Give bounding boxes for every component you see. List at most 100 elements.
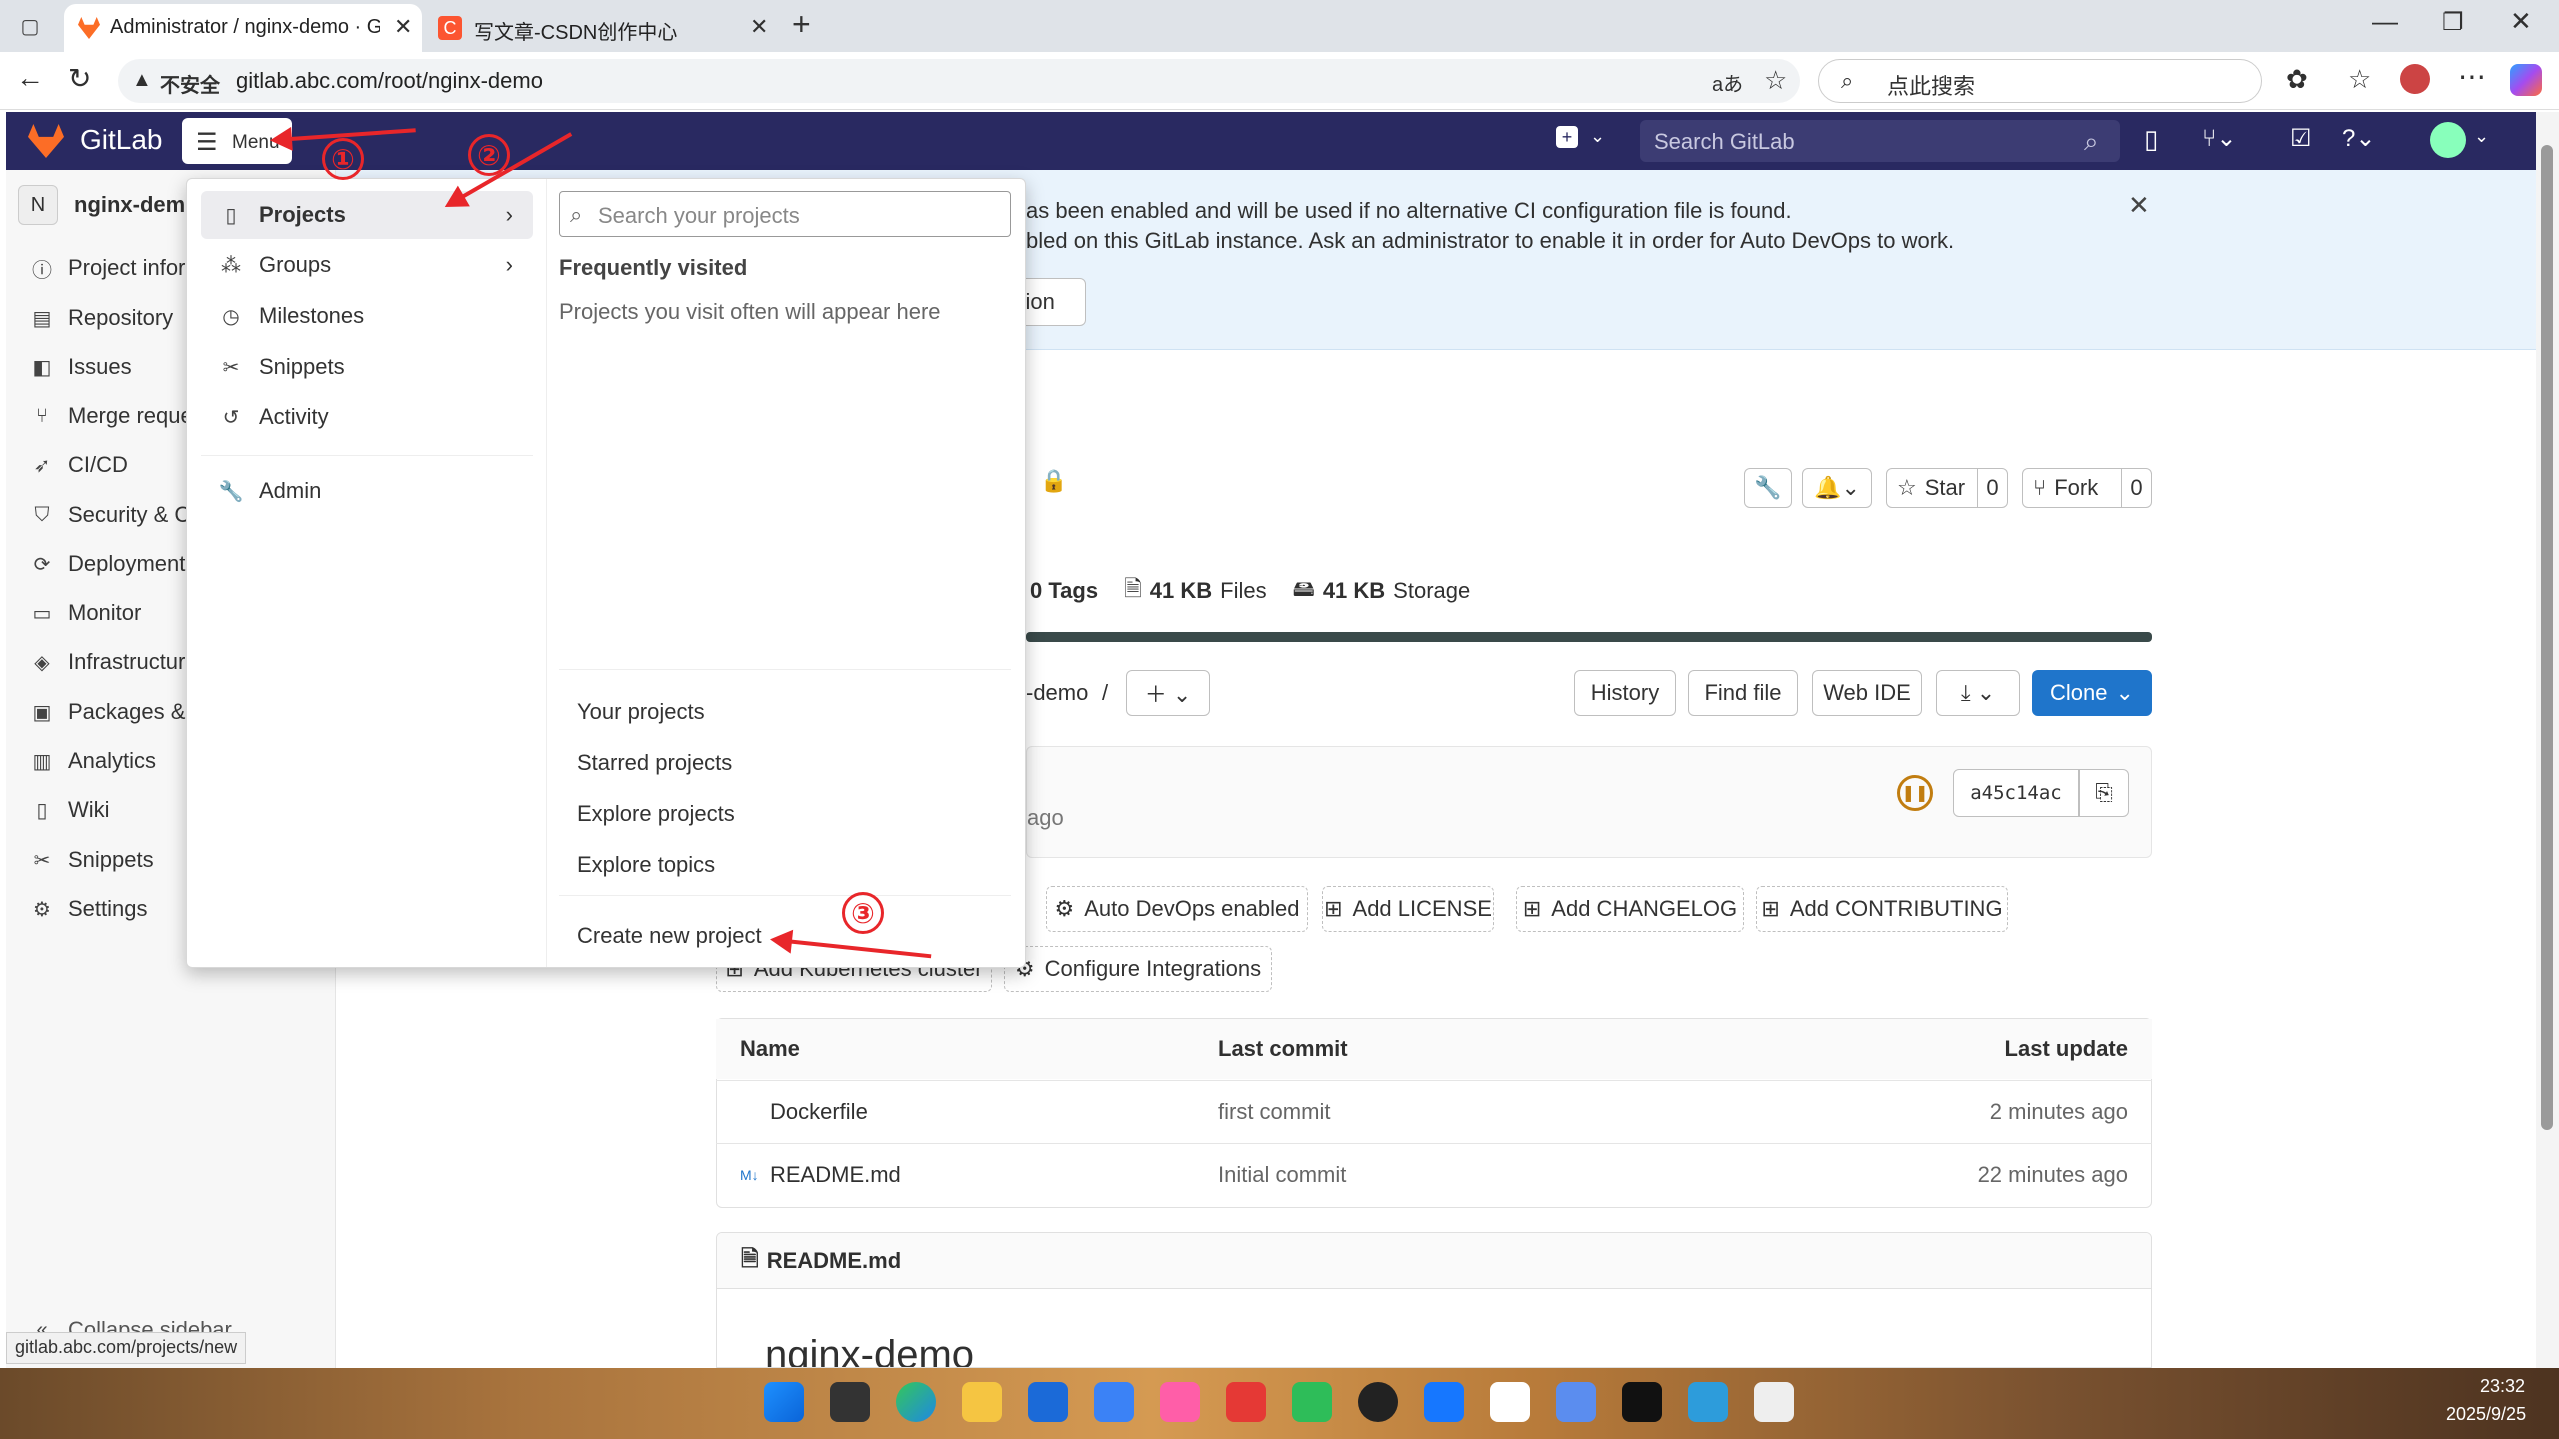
tab-gitlab[interactable]: Administrator / nginx-demo · GitL ✕ [64,4,422,52]
explore-topics-link[interactable]: Explore topics [577,852,715,878]
copilot-icon[interactable] [2510,64,2542,96]
app-icon[interactable] [1490,1382,1530,1422]
close-icon[interactable]: ✕ [2128,190,2150,221]
gitlab-search-input[interactable]: Search GitLab ⌕ [1640,120,2120,162]
sidebar-item-settings[interactable]: ⚙ Settings [30,889,147,929]
merge-request-nav-icon[interactable]: ⑂⌄ [2202,124,2237,153]
app-icon[interactable] [1688,1382,1728,1422]
favorite-star-icon[interactable]: ☆ [1764,65,1787,96]
star-button[interactable]: ☆ Star 0 [1886,468,2008,508]
app-icon[interactable] [1094,1382,1134,1422]
add-license-button[interactable]: ⊞ Add LICENSE [1322,886,1494,932]
table-row[interactable]: Dockerfile first commit 2 minutes ago [716,1080,2152,1142]
feishu-icon[interactable] [1424,1382,1464,1422]
tags-count[interactable]: 0 Tags [1030,578,1098,604]
sidebar-item-analytics[interactable]: ▥ Analytics [30,741,157,781]
file-commit[interactable]: first commit [1218,1099,1330,1125]
file-commit[interactable]: Initial commit [1218,1162,1346,1188]
scrollbar-thumb[interactable] [2541,145,2553,1130]
reload-icon[interactable]: ↻ [68,62,91,95]
chevron-down-icon[interactable]: ⌄ [2474,126,2489,147]
new-tab-icon[interactable]: + [792,6,811,43]
capcut-icon[interactable] [1622,1382,1662,1422]
close-window-icon[interactable]: ✕ [2510,6,2532,37]
sidebar-item-cicd[interactable]: ➶ CI/CD [30,445,128,485]
csdn-favicon-icon: C [438,16,462,40]
close-tab-icon[interactable]: ✕ [394,14,412,40]
clone-button[interactable]: Clone ⌄ [2032,670,2152,716]
explore-projects-link[interactable]: Explore projects [577,801,735,827]
search-projects-input[interactable]: ⌕ Search your projects [559,191,1011,237]
starred-projects-link[interactable]: Starred projects [577,750,732,776]
file-name[interactable]: README.md [770,1162,901,1188]
more-icon[interactable]: ⋯ [2458,60,2486,93]
files-label[interactable]: Files [1220,578,1266,604]
gitlab-brand[interactable]: GitLab [80,124,163,156]
sidebar-item-infrastructure[interactable]: ◈ Infrastructure [30,642,197,682]
tab-csdn[interactable]: C 写文章-CSDN创作中心 ✕ [428,4,786,52]
edge-icon[interactable] [896,1382,936,1422]
menu-item-admin[interactable]: 🔧 Admin [201,467,533,515]
fork-button[interactable]: ⑂ Fork 0 [2022,468,2152,508]
sidebar-item-repository[interactable]: ▤ Repository [30,298,174,338]
add-changelog-button[interactable]: ⊞ Add CHANGELOG [1516,886,1744,932]
new-item-icon[interactable]: + [1556,126,1578,148]
url-text[interactable]: gitlab.abc.com/root/nginx-demo [236,68,543,94]
sidebar-item-wiki[interactable]: ▯ Wiki [30,790,109,830]
file-explorer-icon[interactable] [962,1382,1002,1422]
download-button[interactable]: ⤓ ⌄ [1936,670,2020,716]
repo-path[interactable]: -demo [1026,680,1088,706]
add-to-tree-button[interactable]: ＋ ⌄ [1126,670,1210,716]
copy-sha-button[interactable]: ⎘ [2079,769,2129,817]
menu-item-milestones[interactable]: ◷ Milestones [201,292,533,340]
pipeline-status-icon[interactable]: ❚❚ [1897,775,1933,811]
commit-sha[interactable]: a45c14ac [1953,769,2079,817]
qq-icon[interactable] [1358,1382,1398,1422]
settings-wrench-button[interactable]: 🔧 [1744,468,1792,508]
configure-integrations-button[interactable]: ⚙ Configure Integrations [1004,946,1272,992]
store-icon[interactable] [1028,1382,1068,1422]
browser-search-box[interactable]: ⌕ 点此搜索 [1818,59,2262,103]
restore-icon[interactable]: ❐ [2442,8,2464,37]
user-avatar[interactable] [2430,122,2466,158]
find-file-button[interactable]: Find file [1688,670,1798,716]
notifications-button[interactable]: 🔔⌄ [1802,468,1872,508]
create-new-project-link[interactable]: Create new project [577,923,762,949]
issues-nav-icon[interactable]: ☑ [2290,124,2312,153]
gitlab-logo-icon[interactable] [28,124,64,158]
web-ide-button[interactable]: Web IDE [1812,670,1922,716]
minimize-icon[interactable]: — [2372,6,2398,37]
chevron-down-icon[interactable]: ⌄ [1590,126,1605,147]
bilibili-icon[interactable] [1160,1382,1200,1422]
start-icon[interactable] [764,1382,804,1422]
app-icon[interactable] [1754,1382,1794,1422]
url-box[interactable]: ▲ 不安全 gitlab.abc.com/root/nginx-demo aあ … [118,59,1800,103]
favorites-icon[interactable]: ☆ [2348,64,2371,95]
app-icon[interactable] [1556,1382,1596,1422]
task-view-icon[interactable] [830,1382,870,1422]
sidebar-item-monitor[interactable]: ▭ Monitor [30,593,142,633]
extensions-icon[interactable]: ✿ [2286,64,2308,95]
file-name[interactable]: Dockerfile [770,1099,868,1125]
history-button[interactable]: History [1574,670,1676,716]
read-aloud-icon[interactable]: aあ [1712,68,1743,97]
auto-devops-button[interactable]: ⚙ Auto DevOps enabled [1046,886,1308,932]
menu-item-snippets[interactable]: ✂ Snippets [201,343,533,391]
app-icon[interactable] [1226,1382,1266,1422]
sidebar-toggle-icon[interactable]: ▢ [18,14,42,38]
back-icon[interactable]: ← [16,62,44,94]
sidebar-item-issues[interactable]: ◧ Issues [30,347,132,387]
your-projects-link[interactable]: Your projects [577,699,705,725]
sidebar-item-snippets[interactable]: ✂ Snippets [30,840,154,880]
wechat-icon[interactable] [1292,1382,1332,1422]
menu-item-projects[interactable]: ▯ Projects › [201,191,533,239]
table-row[interactable]: M↓ README.md Initial commit 22 minutes a… [716,1143,2152,1205]
todo-icon[interactable]: ▯ [2144,124,2158,155]
profile-avatar[interactable] [2400,64,2430,94]
close-tab-icon[interactable]: ✕ [750,14,768,40]
menu-item-activity[interactable]: ↺ Activity [201,393,533,441]
sidebar-item-deployments[interactable]: ⟳ Deployments [30,544,197,584]
menu-item-groups[interactable]: ⁂ Groups › [201,241,533,289]
add-contributing-button[interactable]: ⊞ Add CONTRIBUTING [1756,886,2008,932]
help-icon[interactable]: ?⌄ [2342,124,2375,153]
